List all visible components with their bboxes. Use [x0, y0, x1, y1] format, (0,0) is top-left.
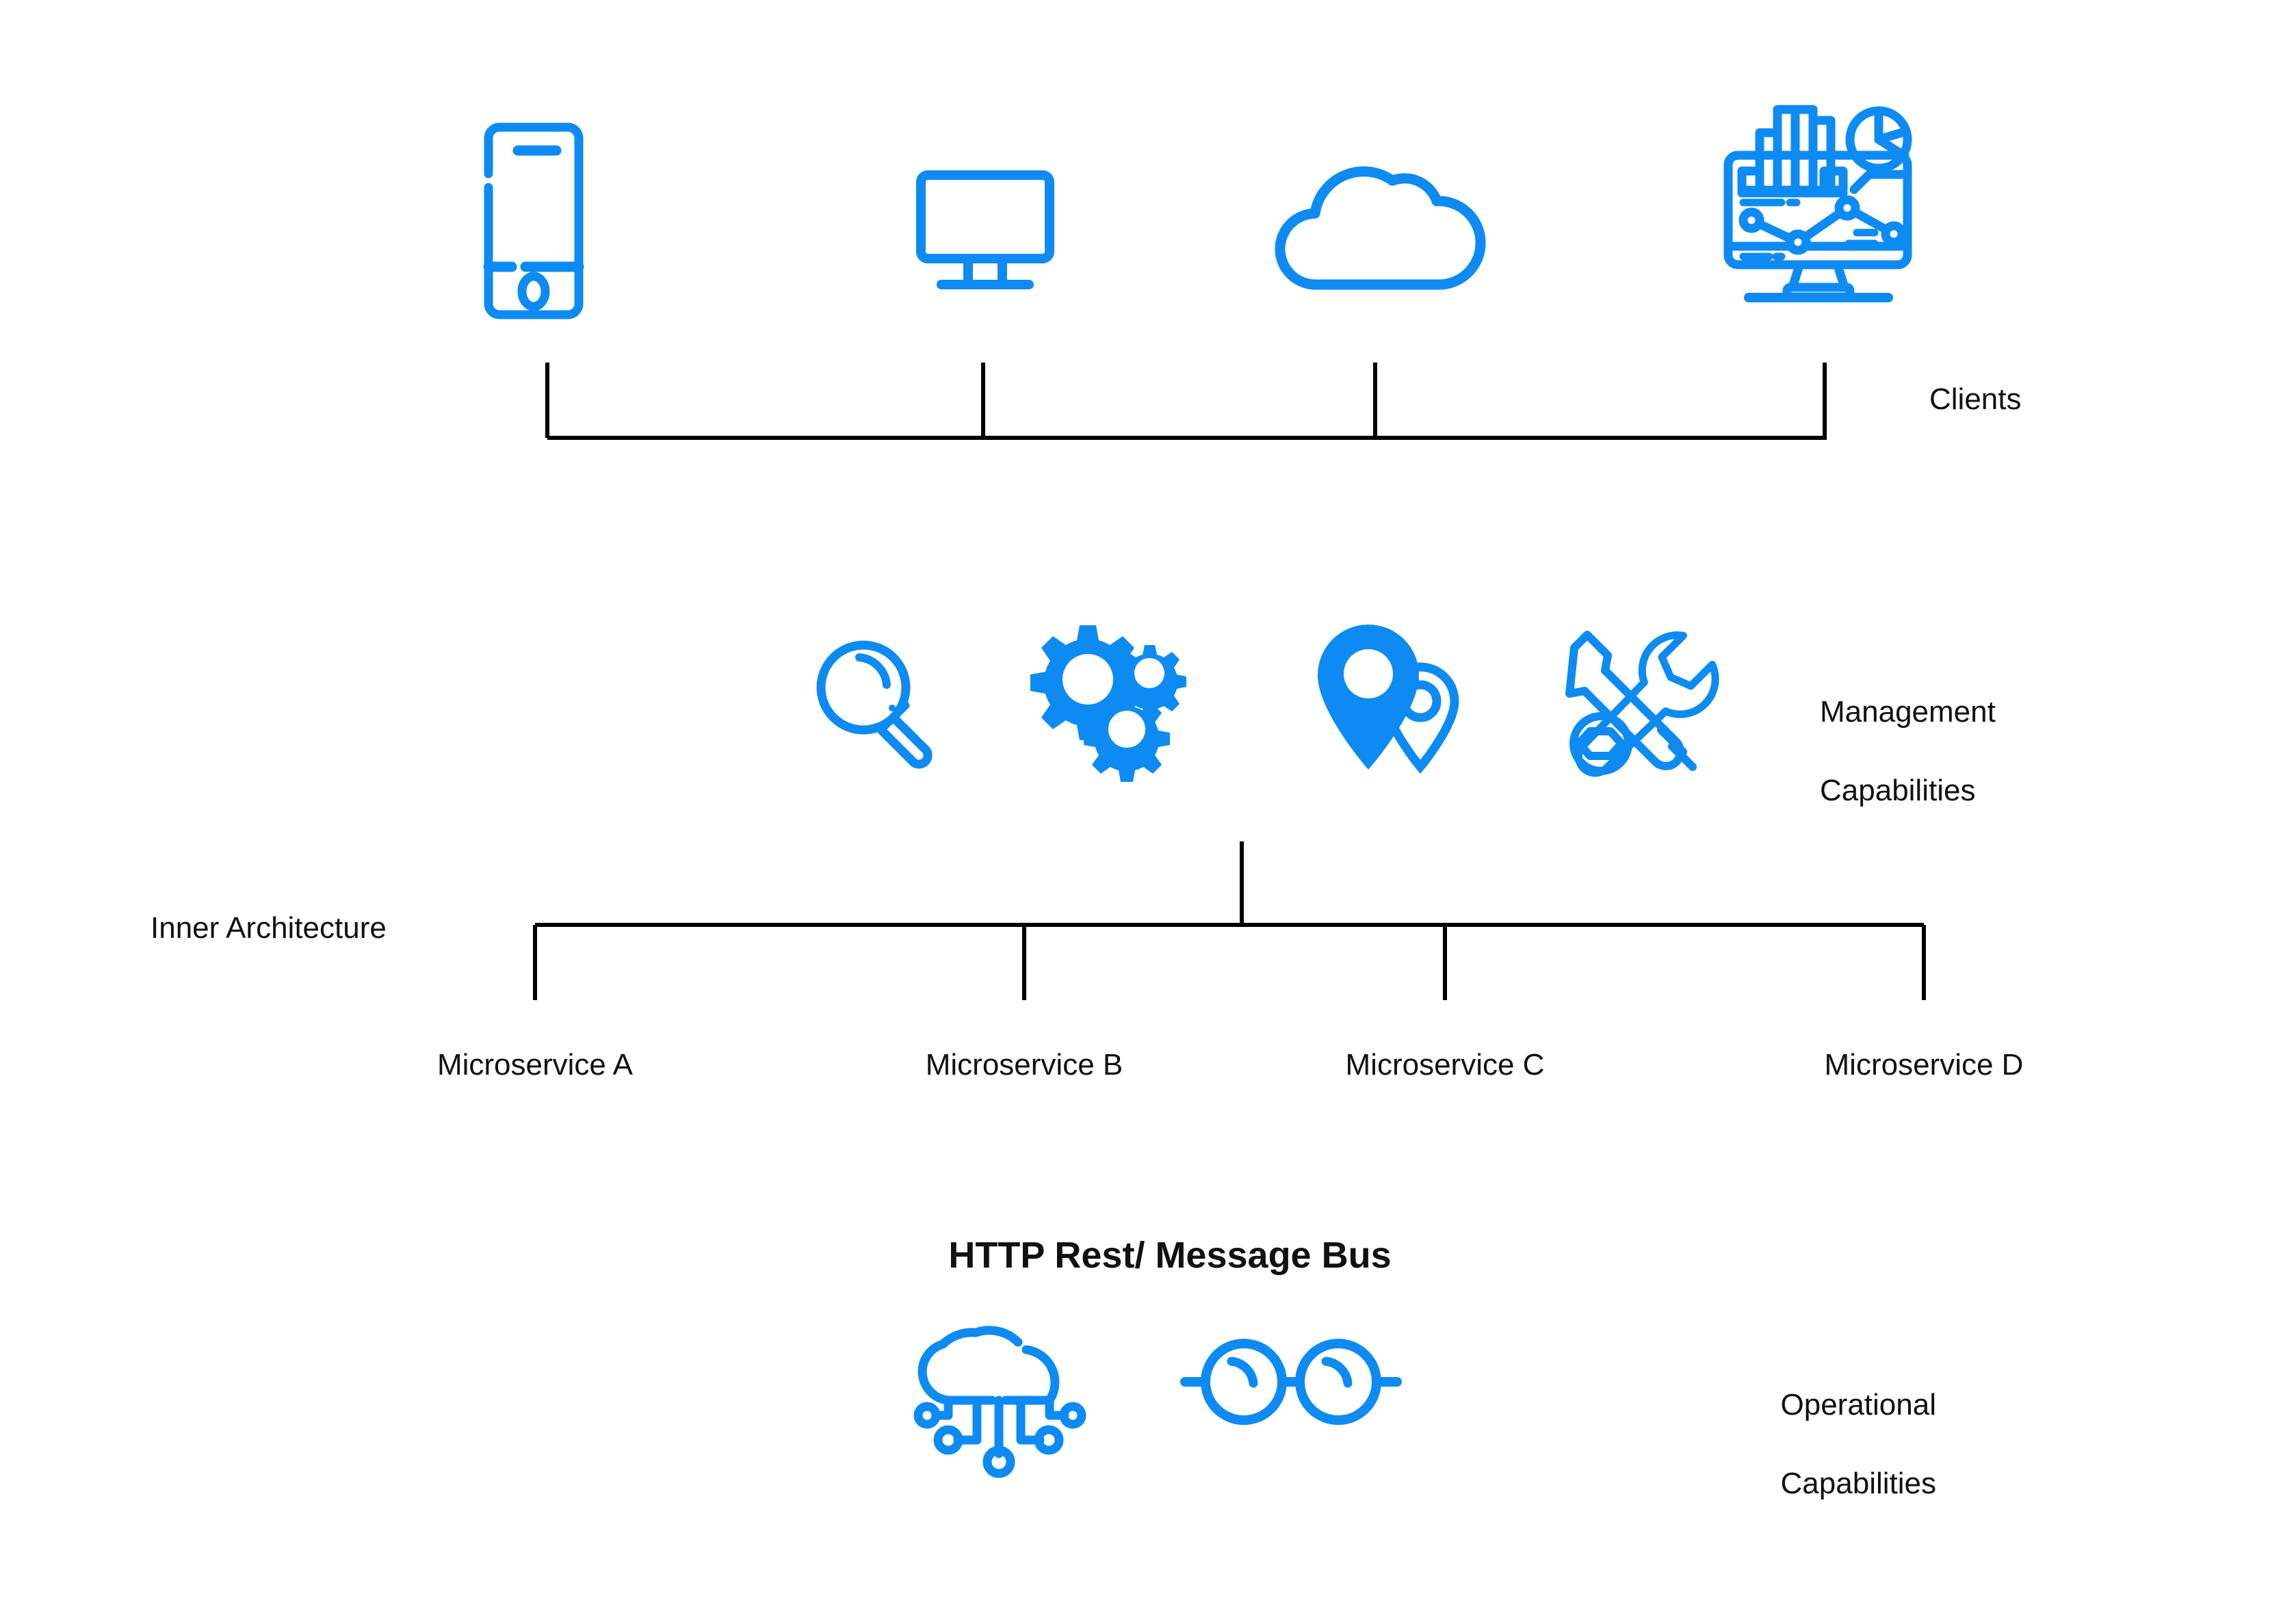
desktop-monitor-icon [915, 170, 1055, 290]
mobile-phone-icon [479, 122, 588, 320]
microservice-a-label: Microservice A [436, 1048, 634, 1082]
management-label-line1: Management [1820, 695, 1996, 729]
cloud-icon [1274, 164, 1486, 294]
management-label-line2: Capabilities [1820, 773, 1976, 807]
operational-label-line2: Capabilities [1780, 1466, 1936, 1500]
operational-capabilities-label: Operational Capabilities [1628, 1346, 1936, 1542]
clients-label: Clients [1929, 382, 2022, 416]
management-capabilities-label: Management Capabilities [1820, 653, 2107, 849]
operational-label-line1: Operational [1780, 1388, 1936, 1422]
glasses-icon [1178, 1334, 1404, 1430]
microservice-d-label: Microservice D [1824, 1048, 2024, 1082]
microservice-c-label: Microservice C [1345, 1048, 1545, 1082]
cloud-network-icon [910, 1317, 1088, 1481]
analytics-dashboard-icon [1716, 90, 1921, 309]
wrench-screwdriver-icon [1565, 626, 1723, 780]
microservice-b-label: Microservice B [925, 1048, 1123, 1082]
magnifier-icon [807, 633, 944, 770]
architecture-diagram: Clients Management Capabilities Inner Ar… [0, 0, 2281, 1624]
gears-icon [1019, 616, 1190, 787]
map-pins-icon [1312, 619, 1476, 776]
message-bus-title: HTTP Rest/ Message Bus [948, 1235, 1392, 1276]
inner-architecture-label: Inner Architecture [151, 911, 387, 945]
